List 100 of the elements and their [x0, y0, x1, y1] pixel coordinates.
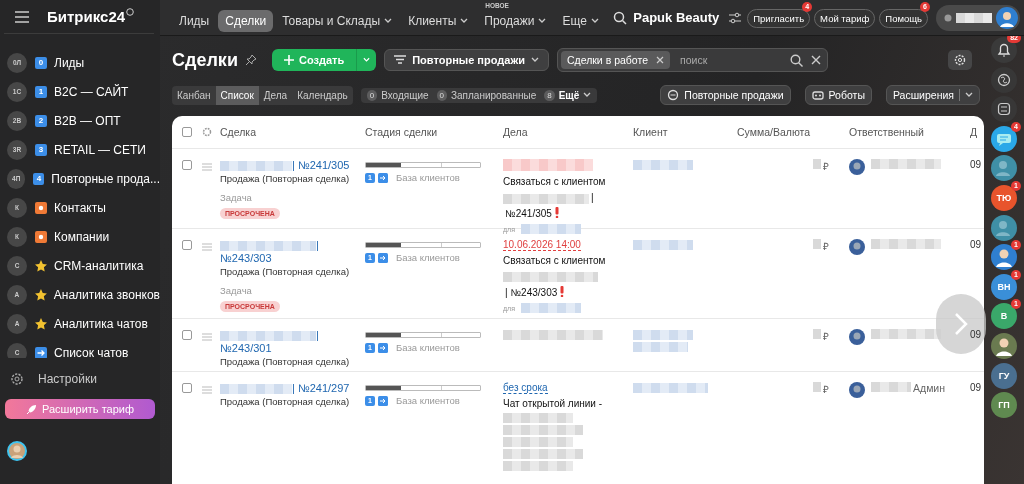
caret-icon — [363, 57, 371, 63]
deadline-link[interactable]: без срока — [503, 382, 548, 394]
filter-chip[interactable]: Сделки в работе — [560, 51, 670, 69]
nav-tab[interactable]: Лиды — [172, 10, 217, 32]
redacted-text — [871, 382, 911, 392]
arrow-icon — [35, 346, 47, 358]
column-header[interactable]: Дела — [503, 126, 633, 138]
search-icon — [789, 53, 803, 67]
column-header[interactable]: Д — [970, 126, 984, 138]
redacted-text — [633, 330, 693, 341]
arrow-icon — [378, 172, 388, 183]
user-avatar — [849, 159, 865, 175]
deal-link[interactable]: | — [316, 239, 319, 251]
column-header[interactable]: Клиент — [633, 126, 737, 138]
deal-link[interactable]: №243/301 — [220, 342, 272, 354]
header-button[interactable]: Мой тариф — [814, 8, 876, 28]
drag-handle-icon — [202, 333, 212, 341]
toolbar-button[interactable]: Расширения — [885, 85, 980, 105]
cycle-icon — [667, 89, 680, 101]
page-title: Сделки — [172, 49, 238, 71]
logo-text: Битрикс24 — [47, 8, 126, 25]
column-header[interactable]: Ответственный — [849, 126, 970, 138]
swirl-icon — [991, 66, 1017, 93]
star-icon — [35, 259, 47, 272]
view-tab[interactable]: Канбан — [172, 85, 216, 105]
settings-label: Настройки — [38, 372, 97, 386]
number-icon: 0 — [35, 56, 47, 69]
date-text: 09 — [970, 239, 983, 250]
redacted-text — [956, 12, 992, 23]
header-button[interactable]: Помощь — [879, 8, 928, 28]
toolbar-button[interactable]: Повторные продажи — [660, 85, 791, 105]
user-avatar — [996, 6, 1018, 29]
nav-tab[interactable]: Клиенты — [401, 10, 476, 32]
nav-tab[interactable]: Продажи — [477, 10, 554, 32]
deal-link[interactable]: №243/303 — [220, 252, 272, 264]
category-dropdown[interactable]: Повторные продажи — [384, 49, 549, 71]
toolbar-button[interactable]: Роботы — [804, 85, 872, 105]
counter-badge: 8 — [544, 89, 555, 101]
counter-item[interactable]: 0 Входящие — [366, 89, 429, 101]
counter-item[interactable]: 8 Ещё — [544, 89, 592, 101]
upgrade-button[interactable]: Расширить тариф — [5, 399, 155, 419]
redacted-text — [220, 384, 292, 395]
sliders-icon — [729, 11, 742, 24]
deal-type: Продажа (Повторная сделка) — [220, 396, 351, 407]
counter-item[interactable]: 0 Запланированные — [436, 89, 537, 101]
user-avatar[interactable]: ГП — [991, 392, 1017, 419]
view-tab[interactable]: Календарь — [292, 85, 353, 105]
redacted-text — [813, 382, 821, 392]
checkbox[interactable] — [182, 160, 192, 170]
redacted-text — [503, 413, 573, 423]
date-text: 09 — [970, 382, 983, 393]
redacted-text — [633, 240, 693, 251]
deal-link[interactable]: | — [316, 329, 319, 341]
user-avatar[interactable]: ГУ — [991, 362, 1017, 389]
counter-badge: 0 — [366, 89, 378, 101]
deal-link[interactable]: | №241/297 — [292, 382, 350, 394]
column-header[interactable]: Сделка — [220, 126, 365, 138]
redacted-text — [633, 342, 688, 353]
search-icon — [613, 10, 628, 25]
redacted-text — [813, 329, 821, 339]
arrow-icon — [378, 252, 388, 263]
view-tab[interactable]: Список — [215, 85, 259, 105]
date-text: 09 — [970, 329, 983, 340]
drag-handle-icon — [202, 243, 212, 251]
close-icon — [810, 55, 821, 65]
deadline-link[interactable]: 10.06.2026 14:00 — [503, 239, 581, 251]
redacted-text — [871, 239, 941, 249]
settings-link[interactable]: Настройки — [0, 358, 160, 390]
nav-tab[interactable]: Товары и Склады — [275, 10, 400, 32]
settings-button[interactable] — [948, 50, 972, 70]
redacted-text — [520, 303, 581, 313]
activity-reference: | №243/303 — [505, 287, 558, 298]
nav-tab[interactable]: Сделки — [218, 10, 274, 32]
checkbox[interactable] — [182, 330, 192, 340]
number-icon: 1 — [35, 85, 47, 98]
activity-title: Чат открытой линии - — [503, 397, 604, 411]
square-icon — [35, 201, 47, 214]
header-button[interactable]: Пригласить — [747, 8, 811, 28]
checkbox[interactable] — [182, 240, 192, 250]
column-header[interactable]: Стадия сделки — [365, 126, 503, 138]
redacted-text — [633, 160, 693, 171]
counter-label: Входящие — [381, 89, 429, 101]
user-menu[interactable] — [936, 4, 1020, 31]
redacted-text — [813, 239, 821, 249]
arrow-icon — [378, 395, 388, 406]
swap-icon — [991, 96, 1017, 123]
funnel-icon — [394, 55, 407, 65]
deal-link[interactable]: | №241/305 — [292, 159, 350, 171]
redacted-text — [503, 461, 573, 471]
stage-name: База клиентов — [396, 395, 460, 406]
column-header[interactable]: Сумма/Валюта — [737, 126, 849, 138]
currency-sign: ₽ — [823, 240, 829, 253]
filter-field[interactable]: Сделки в работе поиск — [556, 48, 828, 72]
checkbox[interactable] — [182, 127, 192, 137]
caret-icon — [530, 57, 539, 63]
activity-title: Связаться с клиентом — [503, 254, 607, 268]
checkbox[interactable] — [182, 383, 192, 393]
view-tab[interactable]: Дела — [258, 85, 293, 105]
nav-tab[interactable]: Еще — [555, 10, 606, 32]
dropdown-button[interactable] — [356, 49, 377, 71]
